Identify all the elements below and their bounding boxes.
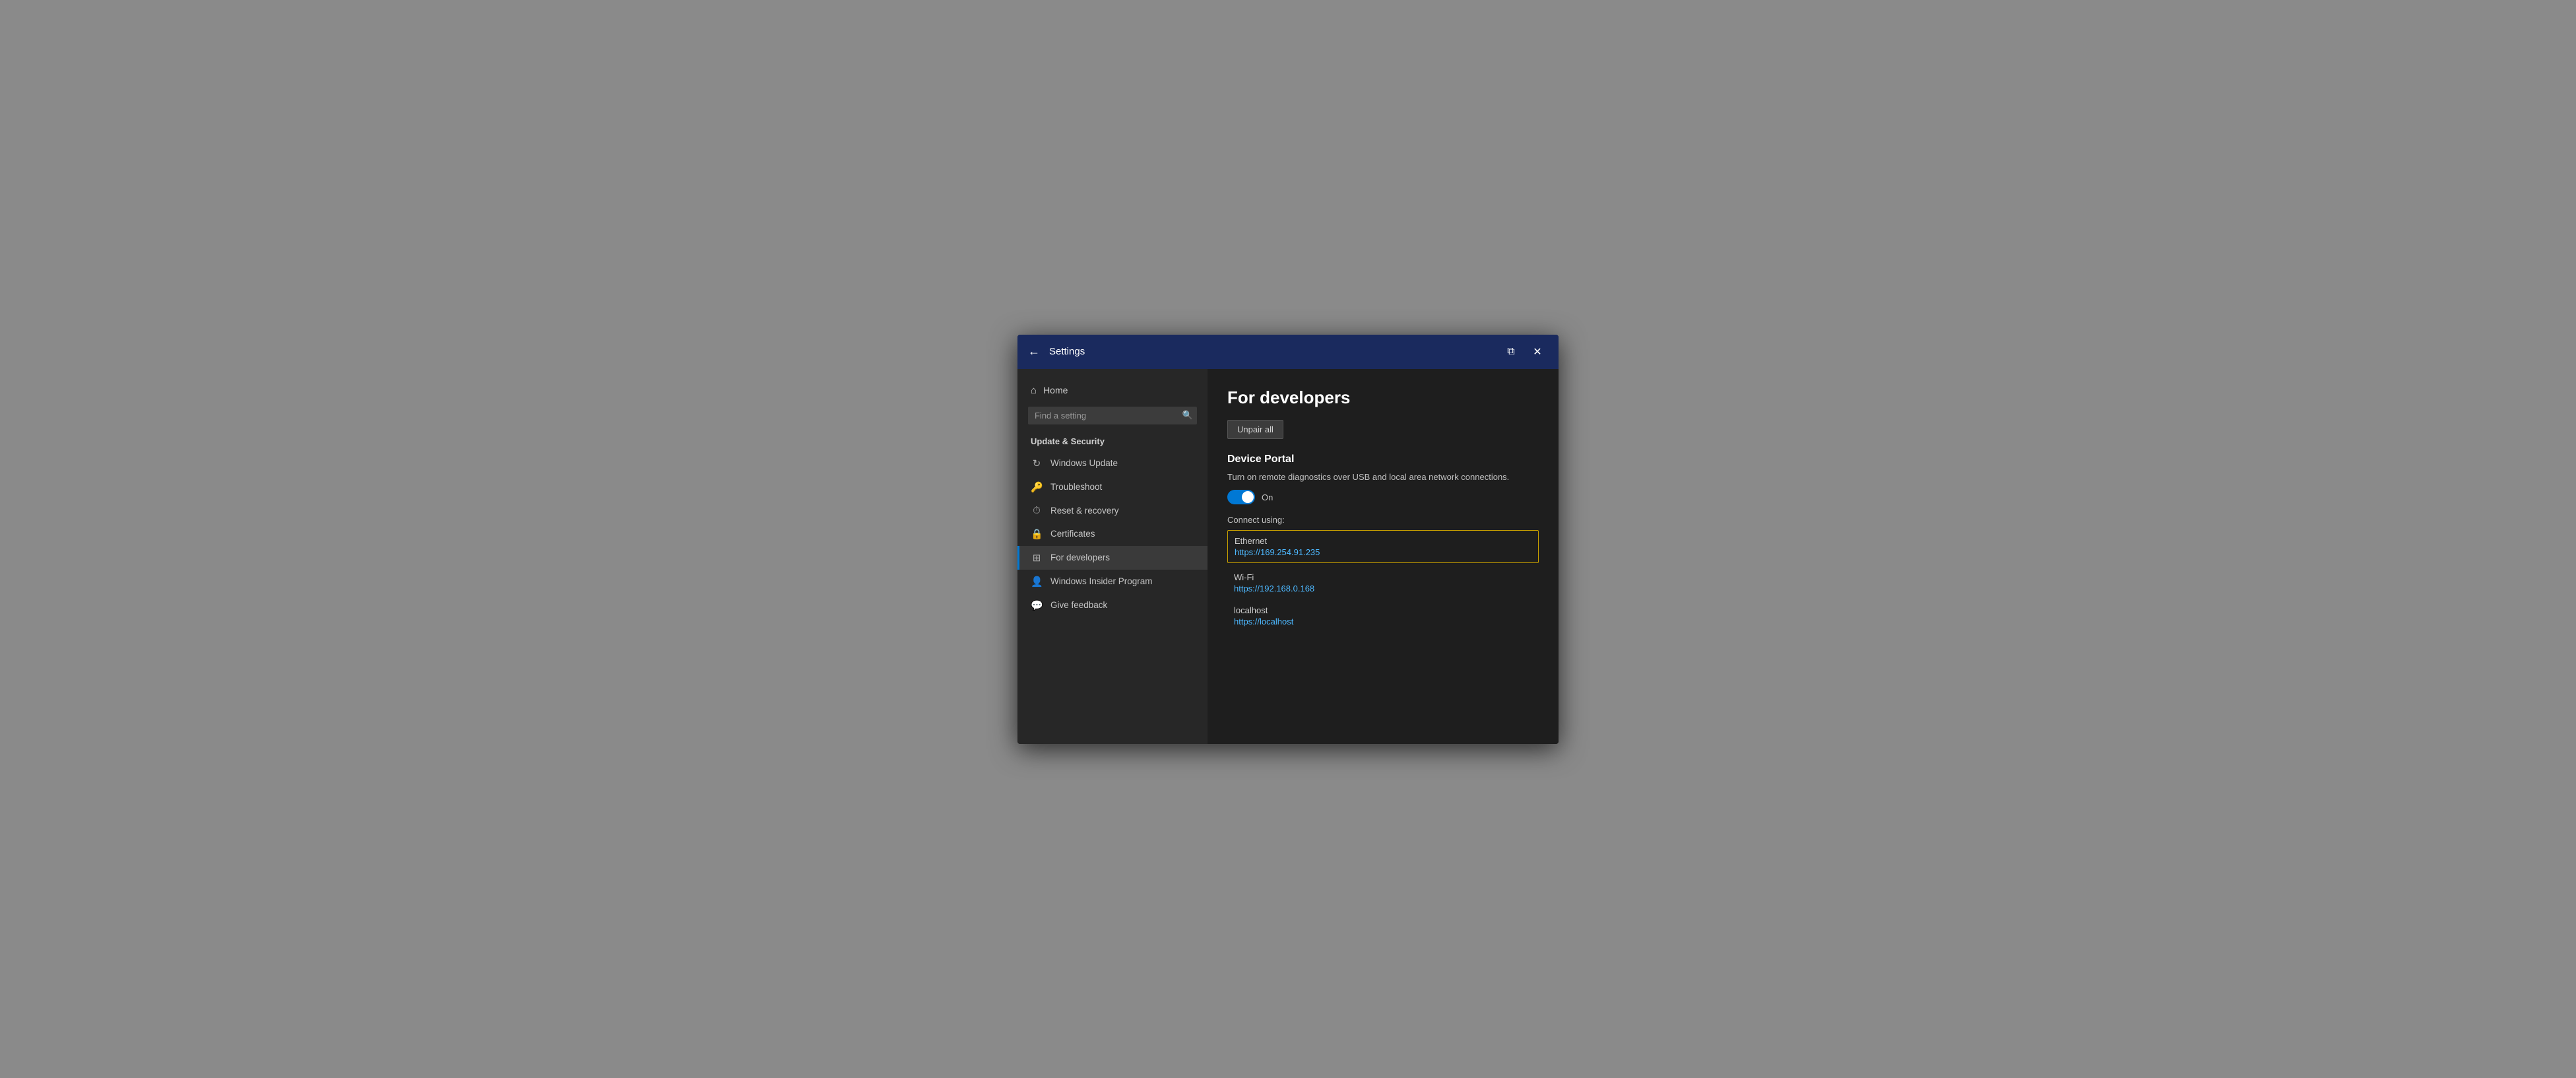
windows-update-icon: ↻ bbox=[1031, 457, 1043, 469]
reset-recovery-label: Reset & recovery bbox=[1050, 506, 1119, 516]
page-title: For developers bbox=[1227, 387, 1539, 408]
windows-insider-label: Windows Insider Program bbox=[1050, 576, 1153, 586]
localhost-name: localhost bbox=[1234, 605, 1532, 615]
windows-update-label: Windows Update bbox=[1050, 458, 1118, 468]
settings-window: ← Settings ⧉ ✕ ⌂ Home 🔍 Update & Securit… bbox=[1017, 335, 1559, 744]
certificates-label: Certificates bbox=[1050, 529, 1095, 539]
connection-ethernet: Ethernet https://169.254.91.235 bbox=[1227, 530, 1539, 563]
window-title: Settings bbox=[1049, 346, 1500, 357]
unpair-all-button[interactable]: Unpair all bbox=[1227, 420, 1283, 439]
toggle-knob bbox=[1242, 491, 1254, 503]
sidebar: ⌂ Home 🔍 Update & Security ↻ Windows Upd… bbox=[1017, 369, 1208, 744]
device-portal-title: Device Portal bbox=[1227, 454, 1539, 465]
connection-localhost: localhost https://localhost bbox=[1227, 600, 1539, 632]
certificates-icon: 🔒 bbox=[1031, 528, 1043, 540]
sidebar-item-windows-update[interactable]: ↻ Windows Update bbox=[1017, 452, 1208, 475]
localhost-url[interactable]: https://localhost bbox=[1234, 617, 1532, 626]
troubleshoot-icon: 🔑 bbox=[1031, 481, 1043, 493]
search-icon[interactable]: 🔍 bbox=[1182, 410, 1193, 421]
give-feedback-icon: 💬 bbox=[1031, 599, 1043, 611]
for-developers-label: For developers bbox=[1050, 553, 1110, 562]
sidebar-home[interactable]: ⌂ Home bbox=[1017, 380, 1208, 401]
search-box: 🔍 bbox=[1028, 407, 1197, 424]
close-button[interactable]: ✕ bbox=[1527, 341, 1548, 362]
main-panel: For developers Unpair all Device Portal … bbox=[1208, 369, 1559, 744]
sidebar-item-troubleshoot[interactable]: 🔑 Troubleshoot bbox=[1017, 475, 1208, 499]
connection-wifi: Wi-Fi https://192.168.0.168 bbox=[1227, 567, 1539, 599]
connect-label: Connect using: bbox=[1227, 515, 1539, 525]
sidebar-item-windows-insider[interactable]: 👤 Windows Insider Program bbox=[1017, 570, 1208, 593]
sidebar-item-certificates[interactable]: 🔒 Certificates bbox=[1017, 522, 1208, 546]
for-developers-icon: ⊞ bbox=[1031, 552, 1043, 564]
device-portal-toggle[interactable] bbox=[1227, 490, 1255, 504]
windows-insider-icon: 👤 bbox=[1031, 576, 1043, 588]
sidebar-item-give-feedback[interactable]: 💬 Give feedback bbox=[1017, 593, 1208, 617]
back-button[interactable]: ← bbox=[1028, 345, 1040, 358]
toggle-row: On bbox=[1227, 490, 1539, 504]
sidebar-section-title: Update & Security bbox=[1017, 434, 1208, 452]
content-area: ⌂ Home 🔍 Update & Security ↻ Windows Upd… bbox=[1017, 369, 1559, 744]
ethernet-url[interactable]: https://169.254.91.235 bbox=[1235, 547, 1531, 557]
search-input[interactable] bbox=[1028, 407, 1197, 424]
reset-recovery-icon: ⏱ bbox=[1031, 505, 1043, 516]
ethernet-name: Ethernet bbox=[1235, 536, 1531, 546]
sidebar-item-reset-recovery[interactable]: ⏱ Reset & recovery bbox=[1017, 499, 1208, 522]
troubleshoot-label: Troubleshoot bbox=[1050, 482, 1102, 492]
give-feedback-label: Give feedback bbox=[1050, 600, 1107, 610]
device-portal-desc: Turn on remote diagnostics over USB and … bbox=[1227, 471, 1539, 484]
toggle-label: On bbox=[1262, 492, 1273, 502]
home-icon: ⌂ bbox=[1031, 385, 1037, 396]
sidebar-item-for-developers[interactable]: ⊞ For developers bbox=[1017, 546, 1208, 570]
titlebar: ← Settings ⧉ ✕ bbox=[1017, 335, 1559, 369]
titlebar-icons: ⧉ ✕ bbox=[1500, 341, 1548, 362]
restore-button[interactable]: ⧉ bbox=[1500, 341, 1522, 362]
wifi-name: Wi-Fi bbox=[1234, 572, 1532, 582]
home-label: Home bbox=[1043, 385, 1068, 395]
wifi-url[interactable]: https://192.168.0.168 bbox=[1234, 584, 1532, 593]
